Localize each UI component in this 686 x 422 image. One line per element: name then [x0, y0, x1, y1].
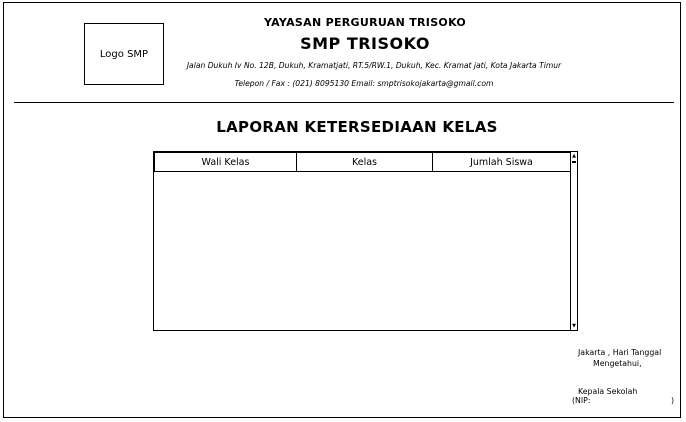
table-scrollbar[interactable]: ▲ ▼: [570, 152, 577, 330]
signature-acknowledged: Mengetahui,: [593, 359, 642, 368]
signature-nip-close: ): [671, 396, 675, 405]
foundation-name: YAYASAN PERGURUAN TRISOKO: [263, 16, 467, 29]
school-address: Jalan Dukuh Iv No. 12B, Dukuh, Kramatjat…: [186, 61, 562, 70]
scroll-down-arrow-icon[interactable]: ▼: [571, 322, 577, 330]
column-header-wali-kelas[interactable]: Wali Kelas: [154, 152, 297, 172]
column-header-kelas[interactable]: Kelas: [296, 152, 433, 172]
column-header-jumlah-siswa[interactable]: Jumlah Siswa: [432, 152, 571, 172]
class-availability-table[interactable]: Wali Kelas Kelas Jumlah Siswa ▲ ▼: [153, 151, 578, 331]
school-logo-placeholder: Logo SMP: [84, 23, 164, 85]
logo-label: Logo SMP: [99, 48, 149, 60]
signature-position: Kepala Sekolah: [578, 387, 638, 396]
signature-nip-label: (NIP:: [572, 396, 591, 405]
school-name: SMP TRISOKO: [300, 34, 430, 53]
scroll-thumb[interactable]: [572, 161, 576, 163]
header-divider: [14, 102, 674, 103]
page-title: LAPORAN KETERSEDIAAN KELAS: [216, 118, 498, 136]
scroll-up-arrow-icon[interactable]: ▲: [571, 152, 577, 160]
school-contact: Telepon / Fax : (021) 8095130 Email: smp…: [234, 79, 494, 88]
signature-place-date: Jakarta , Hari Tanggal: [578, 348, 662, 357]
